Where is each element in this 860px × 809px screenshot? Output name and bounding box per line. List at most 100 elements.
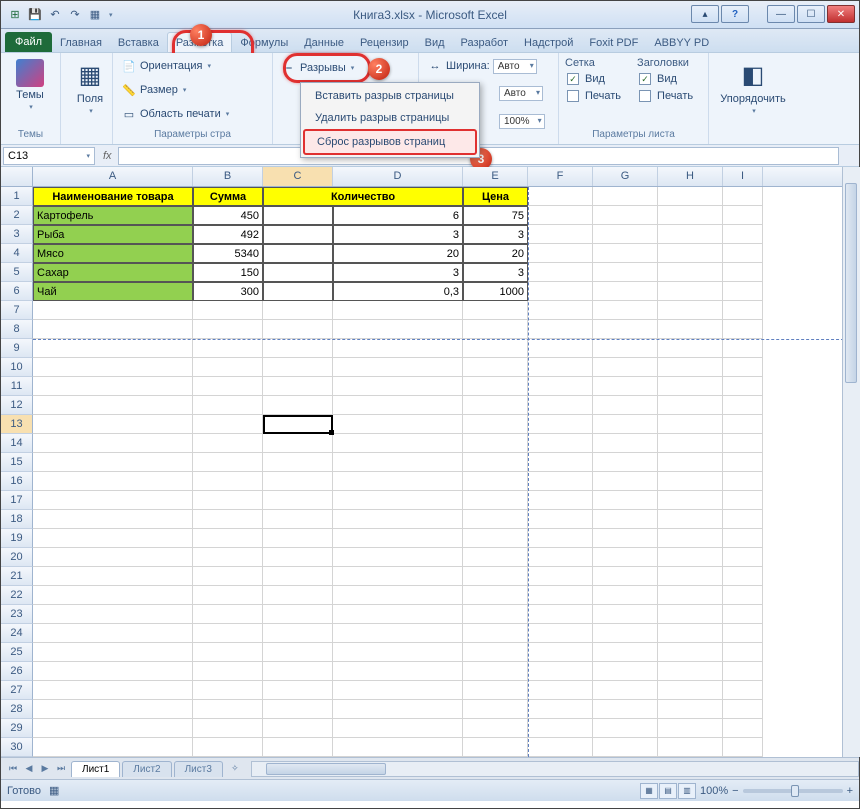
col-header-i[interactable]: I [723, 167, 763, 186]
cell[interactable] [263, 472, 333, 491]
cell[interactable] [658, 605, 723, 624]
cell[interactable] [723, 434, 763, 453]
tab-file[interactable]: Файл [5, 32, 52, 52]
cell[interactable] [333, 586, 463, 605]
cell[interactable] [463, 491, 528, 510]
cell[interactable] [33, 700, 193, 719]
cell[interactable] [333, 681, 463, 700]
headings-print-checkbox[interactable]: Печать [637, 89, 695, 103]
cell[interactable] [723, 282, 763, 301]
cell[interactable] [263, 643, 333, 662]
cell[interactable] [463, 605, 528, 624]
cell[interactable] [528, 738, 593, 757]
cell[interactable] [463, 624, 528, 643]
minimize-button[interactable]: — [767, 5, 795, 23]
cell[interactable] [593, 548, 658, 567]
cell[interactable] [263, 605, 333, 624]
cell[interactable] [33, 567, 193, 586]
cell[interactable] [333, 529, 463, 548]
cell[interactable] [723, 358, 763, 377]
width-combo[interactable]: Авто [493, 59, 537, 74]
cell[interactable] [528, 263, 593, 282]
tab-view[interactable]: Вид [417, 33, 453, 52]
cell[interactable] [263, 681, 333, 700]
row-header[interactable]: 17 [1, 491, 33, 510]
cell[interactable] [463, 738, 528, 757]
cell[interactable] [593, 282, 658, 301]
cell[interactable]: 75 [463, 206, 528, 225]
row-header[interactable]: 23 [1, 605, 33, 624]
cell[interactable] [333, 605, 463, 624]
cell[interactable] [723, 662, 763, 681]
col-header-c[interactable]: C [263, 167, 333, 186]
cell[interactable] [333, 719, 463, 738]
cell[interactable] [723, 567, 763, 586]
cell[interactable] [333, 320, 463, 339]
cell[interactable] [658, 187, 723, 206]
row-header[interactable]: 18 [1, 510, 33, 529]
cell[interactable] [658, 510, 723, 529]
cell[interactable] [528, 510, 593, 529]
cell[interactable] [333, 301, 463, 320]
sheet-nav-next[interactable]: ▶ [37, 761, 53, 777]
cell[interactable] [193, 586, 263, 605]
cell[interactable] [463, 510, 528, 529]
sheet-nav-last[interactable]: ⏭ [53, 761, 69, 777]
cell[interactable] [333, 567, 463, 586]
cell[interactable] [263, 282, 333, 301]
cell[interactable] [593, 662, 658, 681]
gridlines-view-checkbox[interactable]: ✓Вид [565, 72, 623, 86]
cell[interactable] [658, 491, 723, 510]
cell[interactable] [463, 472, 528, 491]
row-header[interactable]: 22 [1, 586, 33, 605]
cell[interactable] [193, 301, 263, 320]
breaks-button[interactable]: ⎯Разрывы▾ [279, 59, 412, 77]
cell[interactable] [263, 396, 333, 415]
headings-view-checkbox[interactable]: ✓Вид [637, 72, 695, 86]
cell[interactable] [333, 396, 463, 415]
cell[interactable] [658, 586, 723, 605]
cell[interactable] [593, 529, 658, 548]
tab-foxit[interactable]: Foxit PDF [581, 33, 646, 52]
cell[interactable] [658, 453, 723, 472]
cell[interactable] [33, 415, 193, 434]
cell[interactable] [33, 339, 193, 358]
tab-home[interactable]: Главная [52, 33, 110, 52]
cell[interactable] [723, 187, 763, 206]
cell[interactable] [263, 377, 333, 396]
cell[interactable] [33, 358, 193, 377]
cell[interactable] [33, 396, 193, 415]
cell[interactable] [658, 396, 723, 415]
cell[interactable] [658, 738, 723, 757]
cell[interactable] [723, 643, 763, 662]
cell[interactable] [33, 605, 193, 624]
tab-formulas[interactable]: Формулы [232, 33, 296, 52]
cell[interactable] [658, 415, 723, 434]
cell[interactable] [593, 567, 658, 586]
cell[interactable] [333, 643, 463, 662]
cell[interactable] [723, 719, 763, 738]
zoom-slider-thumb[interactable] [791, 785, 799, 797]
horizontal-scrollbar[interactable] [251, 761, 859, 777]
cell[interactable] [263, 491, 333, 510]
cell[interactable] [463, 681, 528, 700]
cell[interactable] [723, 738, 763, 757]
cell[interactable] [593, 206, 658, 225]
cell[interactable] [333, 624, 463, 643]
cell[interactable] [193, 567, 263, 586]
cell[interactable] [463, 719, 528, 738]
col-header-e[interactable]: E [463, 167, 528, 186]
cell[interactable] [658, 263, 723, 282]
width-control[interactable]: ↔Ширина: Авто [425, 57, 552, 75]
cell[interactable] [463, 358, 528, 377]
cell[interactable] [333, 453, 463, 472]
row-header[interactable]: 20 [1, 548, 33, 567]
cell[interactable] [193, 453, 263, 472]
cell[interactable] [193, 434, 263, 453]
cell[interactable] [463, 301, 528, 320]
cell[interactable] [463, 320, 528, 339]
cell[interactable] [193, 605, 263, 624]
cell[interactable] [593, 510, 658, 529]
cell[interactable] [528, 187, 593, 206]
cell[interactable] [593, 643, 658, 662]
